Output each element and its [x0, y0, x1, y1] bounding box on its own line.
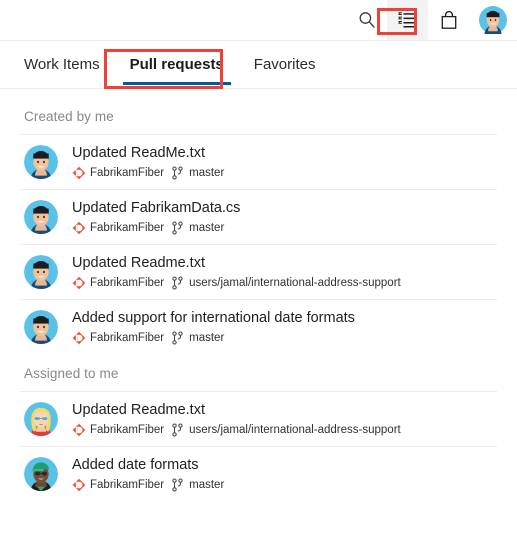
- avatar-dark-hair-male-icon: [24, 144, 58, 179]
- search-icon-glyph: [359, 12, 375, 28]
- repo-name: FabrikamFiber: [90, 331, 165, 344]
- user-avatar-image: [479, 6, 507, 34]
- pull-request-meta: FabrikamFiber users/jamal/international-…: [72, 275, 401, 290]
- work-list-icon[interactable]: [387, 0, 428, 40]
- tab-favorites[interactable]: Favorites: [239, 41, 331, 89]
- repo-icon: [72, 221, 86, 235]
- avatar: [24, 144, 58, 179]
- user-avatar[interactable]: [469, 0, 517, 40]
- branch-icon: [171, 477, 184, 492]
- tab-work-items[interactable]: Work Items: [24, 41, 115, 89]
- pull-request-title: Added support for international date for…: [72, 309, 355, 326]
- list-item-body: Added date formats FabrikamFiber master: [72, 456, 224, 492]
- list-item[interactable]: Updated Readme.txt FabrikamFiber users/j…: [0, 244, 517, 299]
- pull-request-meta: FabrikamFiber master: [72, 330, 355, 345]
- pull-request-title: Updated ReadMe.txt: [72, 144, 205, 161]
- avatar-green-cap-icon: [24, 456, 58, 491]
- avatar: [24, 199, 58, 234]
- list-item-body: Updated Readme.txt FabrikamFiber users/j…: [72, 401, 401, 437]
- avatar-dark-hair-male-icon: [24, 199, 58, 234]
- pull-request-meta: FabrikamFiber master: [72, 220, 240, 235]
- branch-icon: [171, 220, 184, 235]
- pull-request-title: Updated Readme.txt: [72, 401, 205, 418]
- created-by-me-list: Updated ReadMe.txt FabrikamFiber master: [0, 134, 517, 354]
- list-item-body: Updated FabrikamData.cs FabrikamFiber ma…: [72, 199, 240, 235]
- avatar-dark-hair-male-icon: [24, 254, 58, 289]
- search-icon[interactable]: [346, 0, 387, 40]
- section-header-assigned-to-me: Assigned to me: [24, 366, 119, 381]
- branch-icon: [171, 165, 184, 180]
- branch-name: master: [189, 478, 225, 491]
- repo-icon: [72, 166, 86, 180]
- pull-request-meta: FabrikamFiber users/jamal/international-…: [72, 422, 401, 437]
- list-item-body: Added support for international date for…: [72, 309, 355, 345]
- pull-request-meta: FabrikamFiber master: [72, 477, 225, 492]
- avatar-dark-hair-male-icon: [24, 309, 58, 344]
- pull-requests-content: Created by me Updated ReadMe.txt Fabrika…: [0, 89, 517, 501]
- tab-pull-requests[interactable]: Pull requests: [115, 41, 239, 89]
- tab-bar: Work Items Pull requests Favorites: [0, 41, 517, 89]
- section-header-created-by-me: Created by me: [24, 109, 114, 124]
- top-header-bar: [0, 0, 517, 41]
- repo-icon: [72, 276, 86, 290]
- pull-request-meta: FabrikamFiber master: [72, 165, 225, 180]
- repo-icon: [72, 478, 86, 492]
- assigned-to-me-list: Updated Readme.txt FabrikamFiber users/j…: [0, 391, 517, 501]
- branch-icon: [171, 330, 184, 345]
- pull-request-title: Updated FabrikamData.cs: [72, 199, 241, 216]
- list-item[interactable]: Added date formats FabrikamFiber master: [0, 446, 517, 501]
- branch-icon: [171, 275, 184, 290]
- list-item[interactable]: Added support for international date for…: [0, 299, 517, 354]
- list-item-body: Updated ReadMe.txt FabrikamFiber master: [72, 144, 224, 180]
- branch-icon: [171, 422, 184, 437]
- repo-name: FabrikamFiber: [90, 221, 165, 234]
- marketplace-bag-icon[interactable]: [428, 0, 469, 40]
- branch-name: users/jamal/international-address-suppor…: [189, 276, 401, 289]
- branch-name: master: [189, 166, 225, 179]
- repo-icon: [72, 423, 86, 437]
- list-item[interactable]: Updated Readme.txt FabrikamFiber users/j…: [0, 391, 517, 446]
- list-item[interactable]: Updated ReadMe.txt FabrikamFiber master: [0, 134, 517, 189]
- avatar: [24, 309, 58, 344]
- branch-name: master: [189, 331, 225, 344]
- pull-request-title: Added date formats: [72, 456, 199, 473]
- avatar-blonde-female-icon: [24, 401, 58, 436]
- pull-request-title: Updated Readme.txt: [72, 254, 205, 271]
- repo-name: FabrikamFiber: [90, 478, 165, 491]
- branch-name: master: [189, 221, 225, 234]
- list-item-body: Updated Readme.txt FabrikamFiber users/j…: [72, 254, 401, 290]
- branch-name: users/jamal/international-address-suppor…: [189, 423, 401, 436]
- repo-name: FabrikamFiber: [90, 166, 165, 179]
- repo-icon: [72, 331, 86, 345]
- work-list-icon-glyph: [398, 12, 417, 28]
- marketplace-bag-icon-glyph: [441, 10, 456, 29]
- header-spacer: [0, 0, 346, 40]
- repo-name: FabrikamFiber: [90, 423, 165, 436]
- avatar: [24, 401, 58, 436]
- avatar: [24, 456, 58, 491]
- list-item[interactable]: Updated FabrikamData.cs FabrikamFiber ma…: [0, 189, 517, 244]
- avatar: [24, 254, 58, 289]
- repo-name: FabrikamFiber: [90, 276, 165, 289]
